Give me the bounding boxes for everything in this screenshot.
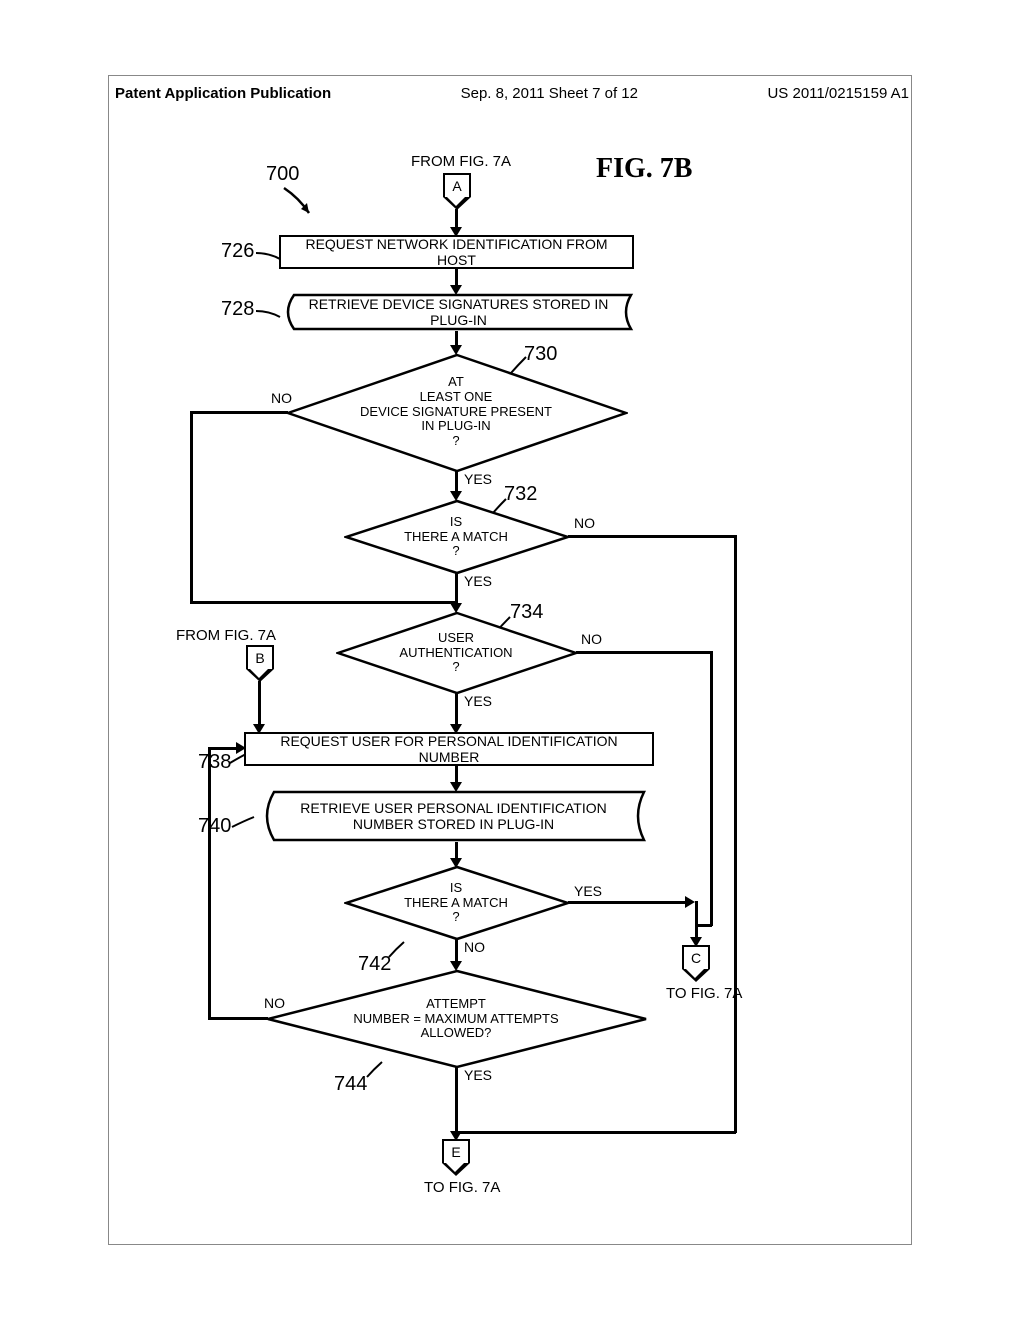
d730-text: AT LEAST ONE DEVICE SIGNATURE PRESENT IN… <box>331 367 581 457</box>
line <box>455 209 458 229</box>
line <box>455 693 458 726</box>
connector-a-label: A <box>452 178 461 194</box>
from-7a-top: FROM FIG. 7A <box>411 153 511 170</box>
line <box>455 939 458 963</box>
arrow-icon <box>685 896 695 908</box>
connector-e: E <box>442 1139 470 1163</box>
line <box>695 924 712 927</box>
d732-text: IS THERE A MATCH ? <box>376 507 536 567</box>
yes-label: YES <box>464 693 492 709</box>
sheet-info: Sep. 8, 2011 Sheet 7 of 12 <box>461 85 638 102</box>
line <box>208 747 211 1019</box>
line <box>190 411 288 414</box>
yes-label: YES <box>464 471 492 487</box>
d734-text: USER AUTHENTICATION ? <box>371 619 541 687</box>
ref-728: 728 <box>221 298 254 321</box>
box-726-text: REQUEST NETWORK IDENTIFICATION FROM HOST <box>285 236 628 268</box>
line <box>455 573 458 591</box>
ref-700-arrow <box>279 183 319 223</box>
box-740-text: RETRIEVE USER PERSONAL IDENTIFICATION NU… <box>271 792 636 840</box>
to-7a-c: TO FIG. 7A <box>666 985 742 1002</box>
box-728-text: RETRIEVE DEVICE SIGNATURES STORED IN PLU… <box>286 295 631 329</box>
no-label: NO <box>271 390 292 406</box>
connector-a: A <box>443 173 471 197</box>
line <box>568 535 736 538</box>
pub-type: Patent Application Publication <box>115 85 331 102</box>
leader-icon <box>386 939 408 961</box>
line <box>208 747 238 750</box>
d742-text: IS THERE A MATCH ? <box>376 873 536 933</box>
line <box>455 471 458 493</box>
box-738-text: REQUEST USER FOR PERSONAL IDENTIFICATION… <box>250 733 648 765</box>
line <box>710 651 713 926</box>
connector-b-label: B <box>255 650 264 666</box>
arrow-icon <box>236 742 246 754</box>
connector-b: B <box>246 645 274 669</box>
connector-c: C <box>682 945 710 969</box>
line <box>568 901 687 904</box>
flowchart: FIG. 7B 700 FROM FIG. 7A A 726 REQUEST N… <box>176 135 916 1285</box>
no-label: NO <box>581 631 602 647</box>
connector-c-label: C <box>691 950 701 966</box>
pub-number: US 2011/0215159 A1 <box>767 85 909 102</box>
yes-label: YES <box>574 883 602 899</box>
figure-title: FIG. 7B <box>596 153 692 185</box>
leader-icon <box>364 1059 386 1081</box>
to-7a-e: TO FIG. 7A <box>424 1179 500 1196</box>
line <box>190 601 457 604</box>
ref-738: 738 <box>198 751 231 774</box>
box-726: REQUEST NETWORK IDENTIFICATION FROM HOST <box>279 235 634 269</box>
no-label: NO <box>574 515 595 531</box>
line <box>258 681 261 726</box>
no-label: NO <box>264 995 285 1011</box>
line <box>734 535 737 1133</box>
line <box>190 411 193 603</box>
ref-744: 744 <box>334 1073 367 1096</box>
d744-text: ATTEMPT NUMBER = MAXIMUM ATTEMPTS ALLOWE… <box>316 981 596 1057</box>
page-header: Patent Application Publication Sep. 8, 2… <box>0 85 1024 102</box>
no-label: NO <box>464 939 485 955</box>
yes-label: YES <box>464 1067 492 1083</box>
from-7a-b: FROM FIG. 7A <box>176 627 276 644</box>
connector-e-label: E <box>451 1144 460 1160</box>
line <box>455 1067 458 1133</box>
yes-label: YES <box>464 573 492 589</box>
line <box>695 901 698 939</box>
box-738: REQUEST USER FOR PERSONAL IDENTIFICATION… <box>244 732 654 766</box>
line <box>576 651 712 654</box>
line <box>457 1131 736 1134</box>
line <box>208 1017 268 1020</box>
ref-740: 740 <box>198 815 231 838</box>
ref-726: 726 <box>221 240 254 263</box>
